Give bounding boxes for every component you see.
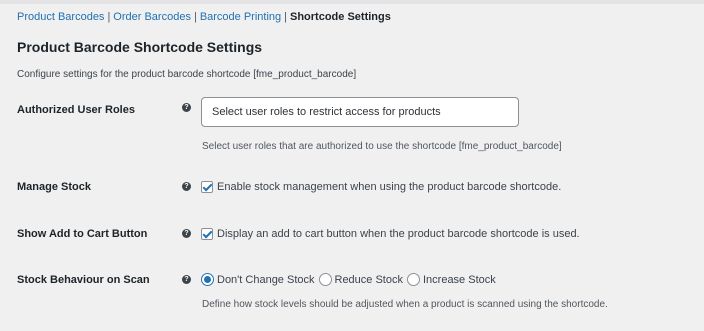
subnav-separator: | <box>193 11 197 23</box>
show-cart-checkbox-label: Display an add to cart button when the p… <box>217 228 580 240</box>
authorized-roles-input[interactable] <box>202 98 518 126</box>
radio-increase-stock-label: Increase Stock <box>422 273 496 286</box>
question-circle-icon[interactable]: ? <box>182 275 191 284</box>
show-cart-label: Show Add to Cart Button <box>17 228 148 240</box>
subnav: Product Barcodes | Order Barcodes | Barcode … <box>17 10 391 24</box>
radio-dont-change-stock[interactable]: Don't Change Stock <box>201 273 315 286</box>
authorized-roles-label: Authorized User Roles <box>17 104 135 116</box>
manage-stock-checkbox-label: Enable stock management when using the p… <box>217 181 562 193</box>
subnav-barcode-printing[interactable]: Barcode Printing <box>200 11 281 23</box>
authorized-roles-description: Select user roles that are authorized to… <box>202 141 562 152</box>
top-bar <box>0 0 704 4</box>
subnav-product-barcodes[interactable]: Product Barcodes <box>17 11 104 23</box>
manage-stock-option[interactable]: Enable stock management when using the p… <box>201 180 561 194</box>
stock-behaviour-label: Stock Behaviour on Scan <box>17 274 150 286</box>
question-circle-icon[interactable]: ? <box>182 182 191 191</box>
subnav-separator: | <box>107 11 111 23</box>
show-cart-option[interactable]: Display an add to cart button when the p… <box>201 227 580 241</box>
subnav-separator: | <box>284 11 287 23</box>
subnav-shortcode-settings[interactable]: Shortcode Settings <box>290 11 391 23</box>
subnav-order-barcodes[interactable]: Order Barcodes <box>113 11 191 23</box>
show-cart-checkbox[interactable] <box>201 228 213 240</box>
radio-increase-stock-input[interactable] <box>406 273 420 286</box>
radio-increase-stock[interactable]: Increase Stock <box>406 273 496 286</box>
page-title: Product Barcode Shortcode Settings <box>17 39 263 55</box>
radio-reduce-stock-label: Reduce Stock <box>334 273 403 286</box>
radio-reduce-stock-input[interactable] <box>318 273 332 286</box>
manage-stock-label: Manage Stock <box>17 181 91 193</box>
question-circle-icon[interactable]: ? <box>182 103 191 112</box>
page-description: Configure settings for the product barco… <box>17 69 357 80</box>
stock-behaviour-description: Define how stock levels should be adjust… <box>202 299 608 310</box>
manage-stock-checkbox[interactable] <box>201 181 213 193</box>
radio-dont-change-stock-label: Don't Change Stock <box>217 273 315 286</box>
radio-dont-change-stock-input[interactable] <box>201 273 214 286</box>
stock-behaviour-radio-group: Don't Change Stock Reduce Stock Increase… <box>201 273 500 286</box>
question-circle-icon[interactable]: ? <box>182 229 191 238</box>
radio-reduce-stock[interactable]: Reduce Stock <box>318 273 403 286</box>
authorized-roles-select[interactable] <box>201 97 519 127</box>
